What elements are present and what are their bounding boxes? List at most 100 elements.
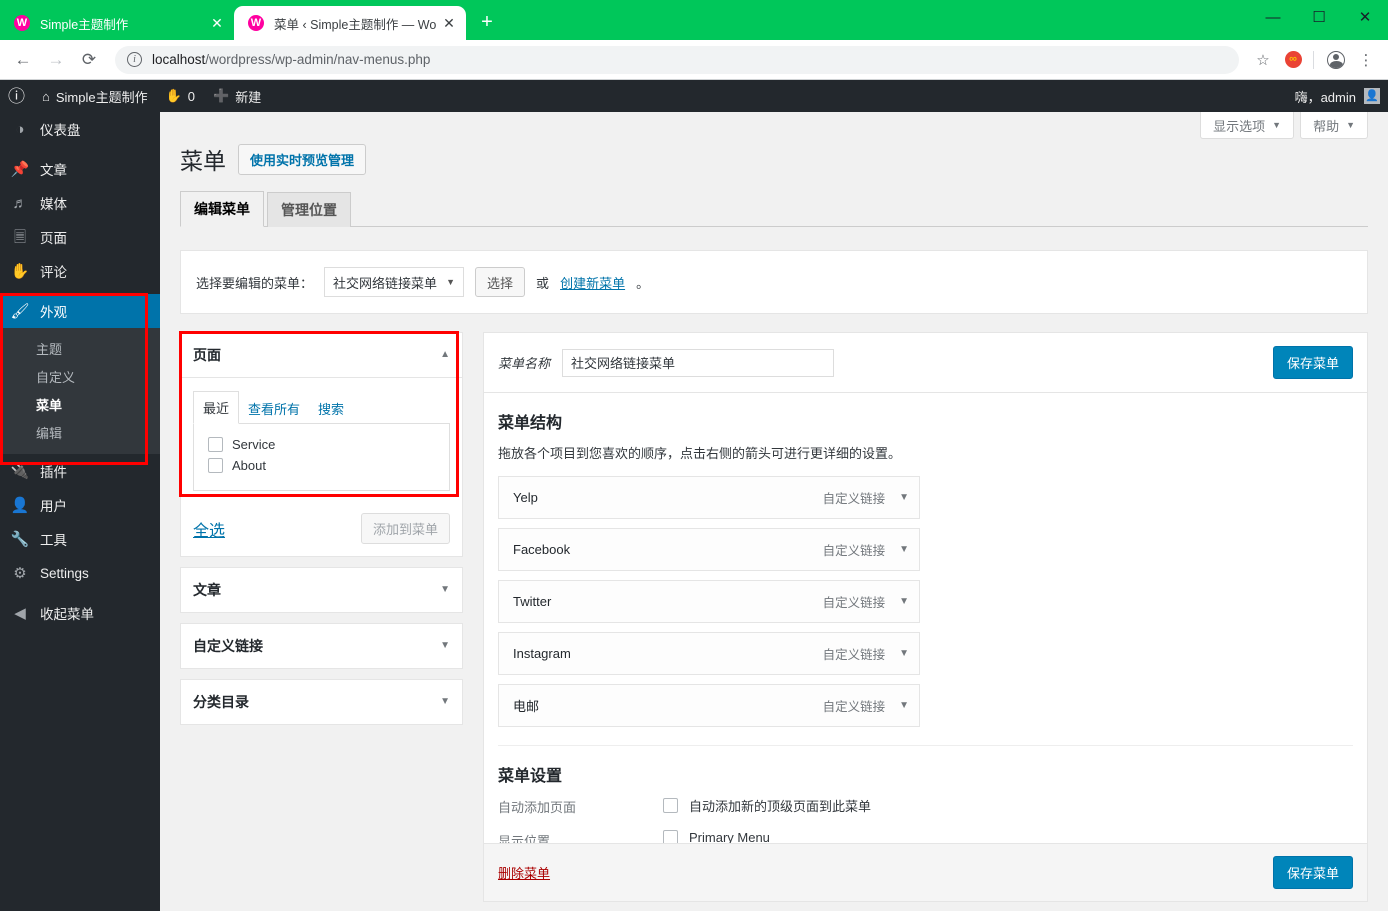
chevron-down-icon: ▼	[440, 584, 450, 595]
list-item[interactable]: Service	[204, 434, 439, 455]
or-text: 或	[536, 275, 550, 291]
chevron-down-icon[interactable]: ▼	[899, 648, 909, 659]
adminbar-new-content[interactable]: ➕ 新建	[204, 80, 270, 112]
checkbox-auto-add-pages[interactable]	[663, 798, 678, 813]
sidebar-item-collapse[interactable]: ◀ 收起菜单	[0, 596, 160, 630]
sidebar-item-tools[interactable]: 🔧 工具	[0, 522, 160, 556]
menu-items-list: Yelp 自定义链接 ▼ Facebook 自定义链接 ▼ Twitter 自定…	[498, 476, 920, 727]
delete-menu-link[interactable]: 删除菜单	[498, 863, 550, 882]
chevron-down-icon[interactable]: ▼	[899, 492, 909, 503]
checkbox-about[interactable]	[208, 458, 223, 473]
profile-avatar-icon[interactable]	[1322, 46, 1350, 74]
browser-tab-2[interactable]: W 菜单 ‹ Simple主题制作 — Word ✕	[234, 6, 466, 40]
menu-select-dropdown[interactable]: 社交网络链接菜单 ▼	[324, 267, 465, 297]
sidebar-item-label: 插件	[40, 465, 67, 480]
accordion-header-categories[interactable]: 分类目录 ▼	[181, 680, 462, 724]
comment-bubble-icon: ✋	[165, 88, 182, 103]
checkbox-service[interactable]	[208, 437, 223, 452]
menu-name-label: 菜单名称	[498, 356, 551, 371]
sidebar-item-dashboard[interactable]: ◑ 仪表盘	[0, 112, 160, 146]
sidebar-submenu-appearance: 主题 自定义 菜单 编辑	[0, 328, 160, 454]
sidebar-item-settings[interactable]: ⚙ Settings	[0, 556, 160, 590]
setting-field[interactable]: 自动添加新的顶级页面到此菜单	[663, 796, 871, 815]
chevron-down-icon[interactable]: ▼	[899, 700, 909, 711]
tab-manage-locations[interactable]: 管理位置	[267, 192, 351, 227]
wordpress-logo-icon[interactable]: ⓘ	[0, 80, 33, 112]
home-icon: ⌂	[42, 88, 50, 104]
adminbar-site-name[interactable]: ⌂ Simple主题制作	[33, 80, 157, 112]
accordion-header-custom-links[interactable]: 自定义链接 ▼	[181, 624, 462, 668]
sidebar-item-media[interactable]: ♬ 媒体	[0, 186, 160, 220]
bookmark-star-icon[interactable]: ☆	[1249, 46, 1277, 74]
chevron-down-icon[interactable]: ▼	[899, 596, 909, 607]
reload-icon[interactable]: ⟳	[74, 45, 104, 75]
accordion-panel-pages: 页面 ▲ 最近 查看所有 搜索 Service About 全选 添加到菜单	[180, 332, 463, 557]
select-all-link[interactable]: 全选	[193, 517, 225, 541]
sidebar-subitem-editor[interactable]: 编辑	[0, 418, 160, 446]
wordpress-favicon-icon: W	[248, 15, 264, 31]
sidebar-item-label: 仪表盘	[40, 123, 81, 138]
extension-icon[interactable]: ∞	[1279, 46, 1307, 74]
list-item-label: Service	[232, 437, 276, 452]
chevron-down-icon[interactable]: ▼	[899, 544, 909, 555]
accordion-title: 分类目录	[193, 694, 249, 710]
sidebar-item-comments[interactable]: ✋ 评论	[0, 254, 160, 288]
avatar: 👤	[1364, 88, 1380, 104]
pages-tab-view-all[interactable]: 查看所有	[239, 393, 309, 424]
minimize-icon[interactable]: —	[1250, 0, 1296, 34]
sidebar-subitem-customize[interactable]: 自定义	[0, 362, 160, 390]
sidebar-item-label: 媒体	[40, 197, 67, 212]
pages-tab-recent[interactable]: 最近	[193, 391, 240, 424]
table-row[interactable]: Facebook 自定义链接 ▼	[498, 528, 920, 571]
help-button[interactable]: 帮助 ▼	[1300, 112, 1368, 139]
accordion-header-posts[interactable]: 文章 ▼	[181, 568, 462, 612]
display-options-button[interactable]: 显示选项 ▼	[1200, 112, 1295, 139]
sidebar-subitem-menus[interactable]: 菜单	[0, 390, 160, 418]
add-to-menu-button[interactable]: 添加到菜单	[360, 513, 450, 544]
menu-name-input[interactable]	[562, 348, 835, 377]
accordion-header-pages[interactable]: 页面 ▲	[181, 333, 462, 378]
browser-menu-icon[interactable]: ⋮	[1352, 46, 1380, 74]
menu-item-name: Instagram	[513, 646, 571, 661]
forward-icon[interactable]: →	[41, 45, 71, 75]
sidebar-item-appearance[interactable]: 🖌 外观	[0, 294, 168, 328]
maximize-icon[interactable]: ☐	[1296, 0, 1342, 34]
page-header: 菜单 使用实时预览管理	[180, 142, 1368, 176]
admin-body: ◑ 仪表盘 📌 文章 ♬ 媒体 🗏 页面 ✋ 评论 🖌 外观 主题 自定义 菜单	[0, 112, 1388, 911]
list-item[interactable]: About	[204, 455, 439, 476]
sidebar-item-users[interactable]: 👤 用户	[0, 488, 160, 522]
save-menu-button-top[interactable]: 保存菜单	[1272, 346, 1353, 379]
table-row[interactable]: Instagram 自定义链接 ▼	[498, 632, 920, 675]
sidebar-item-posts[interactable]: 📌 文章	[0, 152, 160, 186]
menu-item-type: 自定义链接	[822, 492, 886, 506]
close-icon[interactable]: ✕	[208, 14, 226, 32]
select-menu-button[interactable]: 选择	[475, 267, 526, 297]
new-tab-button[interactable]: +	[472, 7, 502, 37]
sidebar-item-plugins[interactable]: 🔌 插件	[0, 454, 160, 488]
site-info-icon[interactable]: i	[127, 52, 142, 67]
save-menu-button-bottom[interactable]: 保存菜单	[1272, 856, 1353, 889]
table-row[interactable]: 电邮 自定义链接 ▼	[498, 684, 920, 727]
adminbar-account[interactable]: 嗨，admin 👤	[1295, 87, 1388, 106]
setting-option-label: 自动添加新的顶级页面到此菜单	[689, 799, 872, 814]
address-bar[interactable]: i localhost/wordpress/wp-admin/nav-menus…	[115, 45, 1239, 74]
sidebar-subitem-themes[interactable]: 主题	[0, 334, 160, 362]
manage-with-live-preview-button[interactable]: 使用实时预览管理	[238, 143, 367, 175]
plug-icon: 🔌	[10, 462, 30, 480]
close-window-icon[interactable]: ✕	[1342, 0, 1388, 34]
back-icon[interactable]: ←	[8, 45, 38, 75]
create-new-menu-link[interactable]: 创建新菜单	[560, 273, 625, 292]
close-icon[interactable]: ✕	[440, 14, 458, 32]
browser-tab-1[interactable]: W Simple主题制作 ✕	[0, 6, 234, 40]
tab-edit-menus[interactable]: 编辑菜单	[180, 191, 264, 227]
menu-item-type: 自定义链接	[822, 596, 886, 610]
sidebar-item-pages[interactable]: 🗏 页面	[0, 220, 160, 254]
sidebar-item-label: 工具	[40, 533, 67, 548]
table-row[interactable]: Yelp 自定义链接 ▼	[498, 476, 920, 519]
adminbar-comments[interactable]: ✋ 0	[157, 80, 204, 112]
browser-tab-strip: W Simple主题制作 ✕ W 菜单 ‹ Simple主题制作 — Word …	[0, 0, 1388, 40]
table-row[interactable]: Twitter 自定义链接 ▼	[498, 580, 920, 623]
pages-tab-search[interactable]: 搜索	[309, 393, 353, 424]
menu-editor-column: 菜单名称 保存菜单 菜单结构 拖放各个项目到您喜欢的顺序，点击右侧的箭头可进行更…	[483, 332, 1368, 902]
chevron-down-icon: ▼	[440, 696, 450, 707]
